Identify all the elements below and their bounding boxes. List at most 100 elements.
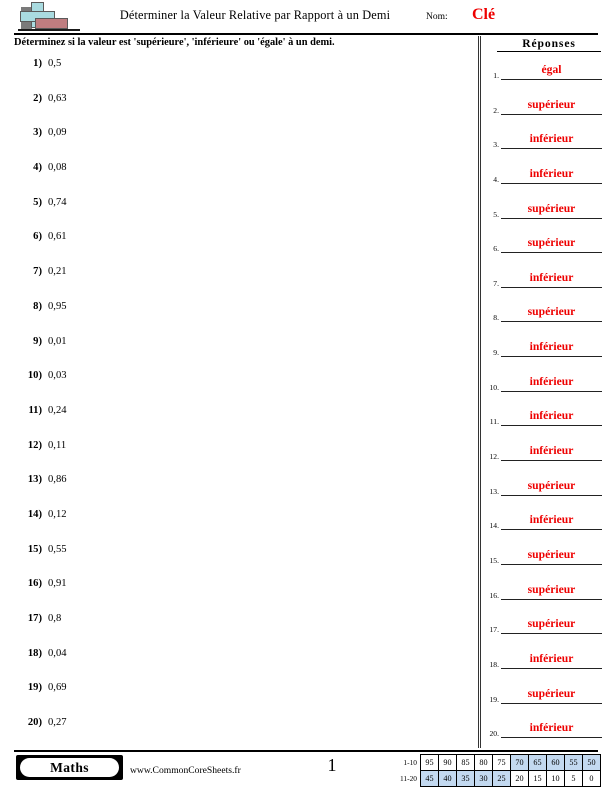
answer-value: supérieur [527,582,576,596]
answer-blank-line[interactable]: supérieur [501,582,602,600]
answer-blank-line[interactable]: supérieur [501,97,602,115]
answer-value: supérieur [527,201,576,215]
question-number: 17) [27,613,42,624]
question-number: 10) [27,370,42,382]
scale-row-1: 1-10 95 90 85 80 75 70 65 60 55 50 [399,754,601,771]
grading-scale-table: 1-10 95 90 85 80 75 70 65 60 55 50 11-20 45 40 35 30… [399,754,601,787]
answer-number: 9. [493,348,499,358]
answer-value: inférieur [529,166,574,180]
question-number: 8) [33,300,42,312]
answer-blank-line[interactable]: inférieur [501,720,602,739]
question-row: 16) 0,91 [0,578,470,613]
answer-row: 2. supérieur [484,97,608,132]
answer-blank-line[interactable]: inférieur [501,443,602,462]
name-label: Nom: [426,12,448,22]
answer-blank-line[interactable]: supérieur [501,304,602,323]
questions-column: 1) 0,5 2) 0,63 3) 0,09 4) 0,08 5) 0,74 6) 0,61 7) 0,2… [0,58,470,752]
answer-row: 19. supérieur [484,686,608,721]
question-value: 0,03 [48,370,67,382]
scale-table: 1-10 95 90 85 80 75 70 65 60 55 50 11-20 45 40 35 30… [399,754,601,787]
answer-number: 11. [489,417,499,427]
answer-value: inférieur [529,651,574,665]
answer-blank-line[interactable]: inférieur [501,131,602,150]
answer-value: supérieur [527,686,576,700]
footer-divider-rule [14,750,598,752]
question-number: 1) [33,58,42,69]
answer-blank-line[interactable]: supérieur [501,616,602,635]
answer-row: 5. supérieur [484,201,608,236]
answer-row: 3. inférieur [484,131,608,166]
answer-value: inférieur [529,374,574,388]
question-value: 0,24 [48,404,67,416]
scale-cell: 95 [419,754,439,771]
question-value: 0,04 [48,647,67,659]
question-row: 13) 0,86 [0,474,470,509]
scale-cell: 75 [491,754,511,771]
worksheet-header: Déterminer la Valeur Relative par Rappor… [0,0,612,34]
question-row: 6) 0,61 [0,231,470,266]
answer-blank-line[interactable]: inférieur [501,512,602,531]
question-number: 20) [27,717,42,729]
answer-number: 1. [493,71,499,80]
answer-row: 16. supérieur [484,582,608,617]
question-number: 4) [33,162,42,174]
answer-blank-line[interactable]: inférieur [501,166,602,184]
answer-number: 10. [489,382,500,392]
scale-cell: 15 [527,770,547,787]
header-divider-rule [14,33,598,35]
answer-value: supérieur [527,547,576,561]
question-row: 7) 0,21 [0,266,470,301]
scale-cell: 65 [527,754,547,771]
answer-blank-line[interactable]: inférieur [501,270,602,288]
answer-row: 18. inférieur [484,651,608,686]
answer-blank-line[interactable]: supérieur [501,235,602,254]
answer-row: 14. inférieur [484,512,608,547]
answer-blank-line[interactable]: supérieur [501,686,602,704]
answer-blank-line[interactable]: supérieur [501,547,602,565]
question-row: 12) 0,11 [0,440,470,475]
scale-cell: 45 [419,770,439,787]
answer-blank-line[interactable]: inférieur [501,408,602,427]
question-row: 3) 0,09 [0,127,470,162]
question-row: 2) 0,63 [0,93,470,128]
question-row: 4) 0,08 [0,162,470,197]
answer-value: inférieur [529,444,574,458]
question-number: 12) [27,439,42,451]
answer-number: 14. [489,521,500,531]
answer-number: 15. [489,555,500,565]
answer-blank-line[interactable]: inférieur [501,651,602,669]
question-value: 0,69 [48,682,67,694]
answer-blank-line[interactable]: inférieur [501,339,602,358]
scale-cell: 90 [437,754,457,771]
question-value: 0,63 [48,92,67,104]
answer-blank-line[interactable]: inférieur [501,374,602,392]
question-value: 0,55 [48,543,67,555]
scale-cell: 85 [455,754,475,771]
scale-cell: 0 [581,770,601,787]
answer-blank-line[interactable]: égal [501,62,602,80]
scale-cell: 30 [473,770,493,787]
answer-row: 12. inférieur [484,443,608,478]
answer-number: 16. [489,590,500,600]
question-number: 3) [33,127,42,139]
answer-row: 9. inférieur [484,339,608,374]
question-number: 14) [27,508,42,520]
answer-blank-line[interactable]: supérieur [501,478,602,496]
question-row: 20) 0,27 [0,717,470,752]
scale-row2-label: 11-20 [400,774,417,783]
question-row: 11) 0,24 [0,405,470,440]
scale-cell: 35 [455,770,475,787]
question-value: 0,5 [48,58,62,69]
answer-value: inférieur [529,513,574,527]
answer-row: 13. supérieur [484,478,608,513]
answer-blank-line[interactable]: supérieur [501,201,602,219]
answer-number: 7. [493,278,499,288]
answer-row: 15. supérieur [484,547,608,582]
instruction-text: Déterminez si la valeur est 'supérieure'… [14,37,335,48]
answer-value: supérieur [527,236,576,250]
logo-ground-line [18,29,80,31]
answer-number: 13. [489,486,500,496]
plus-block-logo-icon [18,2,80,34]
name-value-key: Clé [472,6,496,23]
answer-value: inférieur [529,270,574,284]
